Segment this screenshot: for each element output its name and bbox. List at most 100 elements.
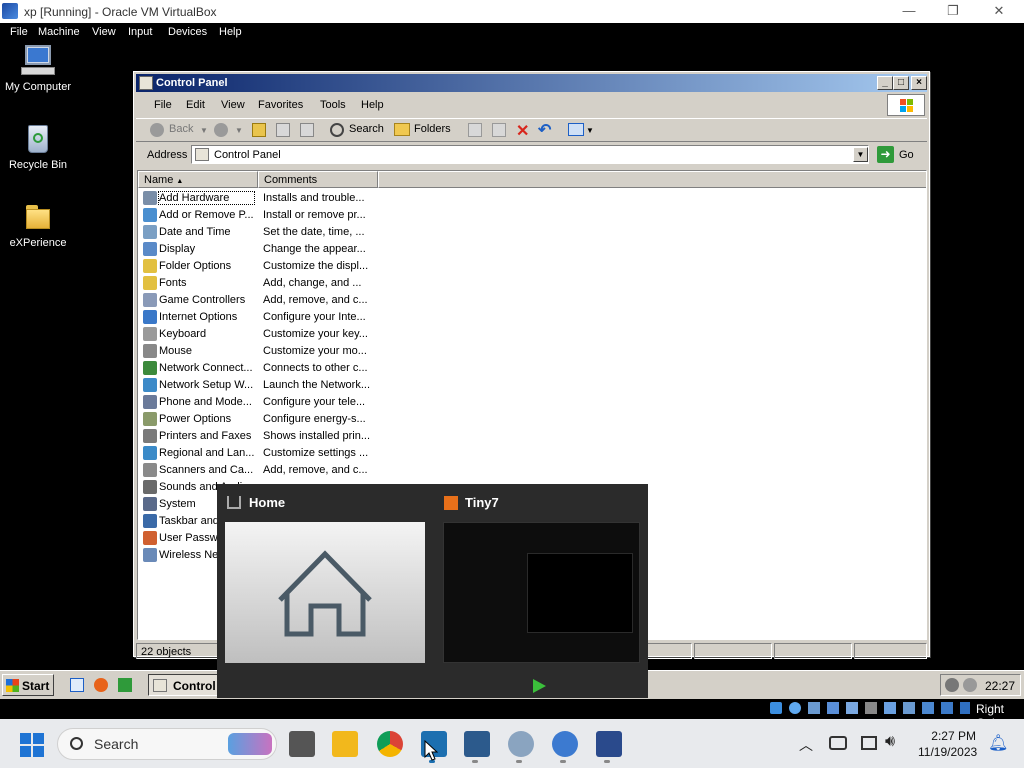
hard-disk-icon[interactable] <box>770 702 782 714</box>
search-button[interactable]: Search <box>349 123 384 135</box>
column-comments[interactable]: Comments <box>258 171 378 188</box>
list-item[interactable]: Add or Remove P... Install or remove pr..… <box>138 207 378 224</box>
xp-vm-icon[interactable] <box>596 731 622 757</box>
file-explorer-icon[interactable] <box>332 731 358 757</box>
chevron-up-icon[interactable]: ︿ <box>799 735 813 755</box>
shared-folders-icon[interactable] <box>865 702 877 714</box>
virtualbox-logo-icon <box>2 3 18 19</box>
list-item[interactable]: Phone and Mode... Configure your tele... <box>138 394 378 411</box>
folders-button[interactable]: Folders <box>414 123 451 135</box>
address-field[interactable]: Control Panel ▼ <box>191 145 869 164</box>
host-menu-input[interactable]: Input <box>128 26 152 38</box>
move-to-icon[interactable] <box>276 123 290 137</box>
mouse-integration-icon[interactable] <box>941 702 953 714</box>
minimize-button[interactable]: — <box>886 2 932 22</box>
taskbar-search-box[interactable]: Search <box>57 728 277 760</box>
task-view-icon[interactable] <box>289 731 315 757</box>
host-menu-view[interactable]: View <box>92 26 116 38</box>
desktop-icon-my-computer[interactable]: My Computer <box>0 45 76 93</box>
start-button[interactable]: Start <box>2 674 54 696</box>
back-dropdown-icon[interactable]: ▼ <box>200 126 208 135</box>
list-item[interactable]: Network Connect... Connects to other c... <box>138 360 378 377</box>
notification-bell-icon[interactable]: 🔔︎ <box>988 733 1008 753</box>
vt-x-icon[interactable] <box>922 702 934 714</box>
address-value: Control Panel <box>214 149 281 161</box>
applet-icon <box>143 395 157 409</box>
list-item[interactable]: Internet Options Configure your Inte... <box>138 309 378 326</box>
network-status-icon[interactable] <box>829 736 847 750</box>
list-item[interactable]: Mouse Customize your mo... <box>138 343 378 360</box>
cp-close-button[interactable]: × <box>911 76 927 90</box>
forward-button[interactable] <box>214 123 228 137</box>
usb-icon[interactable] <box>846 702 858 714</box>
applet-icon <box>143 463 157 477</box>
show-desktop-icon[interactable] <box>70 678 84 692</box>
host-menu-devices[interactable]: Devices <box>168 26 207 38</box>
cp-maximize-button[interactable]: □ <box>893 76 909 90</box>
list-item[interactable]: Date and Time Set the date, time, ... <box>138 224 378 241</box>
copy-icon[interactable] <box>492 123 506 137</box>
list-item[interactable]: Keyboard Customize your key... <box>138 326 378 343</box>
network-tray-icon[interactable] <box>945 678 959 692</box>
control-panel-title-bar[interactable]: Control Panel _ □ × <box>136 74 927 92</box>
audio-icon[interactable] <box>808 702 820 714</box>
cp-menu-favorites[interactable]: Favorites <box>258 99 303 111</box>
up-folder-button[interactable] <box>252 123 266 137</box>
list-item[interactable]: Add Hardware Installs and trouble... <box>138 190 378 207</box>
go-button[interactable]: ➜ Go <box>875 145 925 164</box>
security-tray-icon[interactable] <box>963 678 977 692</box>
preview-thumbnail-tiny7[interactable] <box>443 522 640 663</box>
host-menu-machine[interactable]: Machine <box>38 26 80 38</box>
browser-icon[interactable] <box>94 678 108 692</box>
chrome-icon[interactable] <box>377 731 403 757</box>
list-item[interactable]: Regional and Lan... Customize settings ..… <box>138 445 378 462</box>
back-button[interactable]: Back <box>169 123 193 135</box>
display-tray-icon[interactable] <box>861 736 877 750</box>
list-item[interactable]: Power Options Configure energy-s... <box>138 411 378 428</box>
list-item[interactable]: Display Change the appear... <box>138 241 378 258</box>
windows11-start-button[interactable] <box>20 733 44 757</box>
host-menu-file[interactable]: File <box>10 26 28 38</box>
delete-icon[interactable]: ✕ <box>516 121 529 141</box>
cp-menu-view[interactable]: View <box>221 99 245 111</box>
list-item[interactable]: Printers and Faxes Shows installed prin..… <box>138 428 378 445</box>
cp-menu-file[interactable]: File <box>154 99 172 111</box>
volume-icon[interactable]: 🔊︎ <box>885 733 895 751</box>
address-dropdown-icon[interactable]: ▼ <box>853 147 868 162</box>
applet-comment: Shows installed prin... <box>263 430 370 442</box>
cp-menu-tools[interactable]: Tools <box>320 99 346 111</box>
recording-icon[interactable] <box>903 702 915 714</box>
keyboard-capture-icon[interactable] <box>960 702 970 714</box>
media-icon[interactable] <box>118 678 132 692</box>
list-item[interactable]: Network Setup W... Launch the Network... <box>138 377 378 394</box>
views-dropdown-icon[interactable]: ▼ <box>586 126 594 135</box>
forward-dropdown-icon[interactable]: ▼ <box>235 126 243 135</box>
system-clock[interactable]: 2:27 PM 11/19/2023 <box>918 728 977 760</box>
play-icon[interactable] <box>529 676 549 696</box>
qbittorrent-icon[interactable] <box>552 731 578 757</box>
list-item[interactable]: Scanners and Ca... Add, remove, and c... <box>138 462 378 479</box>
cp-minimize-button[interactable]: _ <box>877 76 893 90</box>
globe-app-icon[interactable] <box>508 731 534 757</box>
list-item[interactable]: Game Controllers Add, remove, and c... <box>138 292 378 309</box>
network-icon[interactable] <box>827 702 839 714</box>
undo-icon[interactable]: ↶ <box>538 120 551 140</box>
virtualbox-manager-icon[interactable] <box>464 731 490 757</box>
views-icon[interactable] <box>568 123 584 136</box>
move-icon[interactable] <box>468 123 482 137</box>
optical-drive-icon[interactable] <box>789 702 801 714</box>
applet-name: Regional and Lan... <box>159 447 254 459</box>
display-icon[interactable] <box>884 702 896 714</box>
copy-to-icon[interactable] <box>300 123 314 137</box>
cp-menu-edit[interactable]: Edit <box>186 99 205 111</box>
preview-thumbnail-home[interactable] <box>225 522 425 663</box>
restore-button[interactable]: ❐ <box>930 2 976 22</box>
list-item[interactable]: Folder Options Customize the displ... <box>138 258 378 275</box>
desktop-icon-recycle-bin[interactable]: Recycle Bin <box>0 123 76 171</box>
close-button[interactable]: ✕ <box>976 2 1022 22</box>
list-item[interactable]: Fonts Add, change, and ... <box>138 275 378 292</box>
column-name[interactable]: Name ▲ <box>138 171 258 188</box>
cp-menu-help[interactable]: Help <box>361 99 384 111</box>
host-menu-help[interactable]: Help <box>219 26 242 38</box>
desktop-icon-experience[interactable]: eXPerience <box>0 201 76 249</box>
